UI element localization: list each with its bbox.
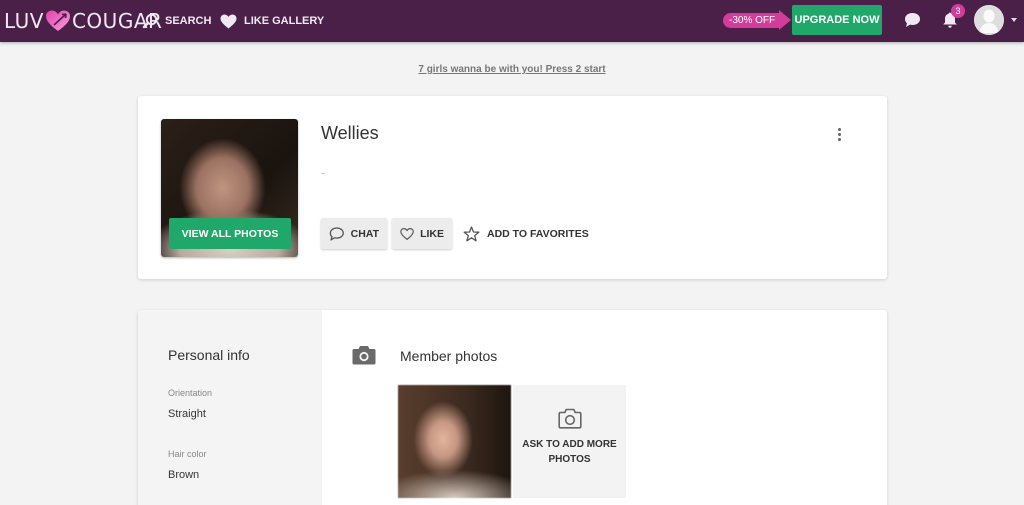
profile-details-card: Personal info Orientation Straight Hair … xyxy=(138,310,887,505)
like-button-label: LIKE xyxy=(420,227,444,240)
chat-bubble-icon xyxy=(905,13,920,27)
teaser-banner: 7 girls wanna be with you! Press 2 start xyxy=(0,64,1024,75)
discount-badge: -30% OFF xyxy=(723,10,792,30)
view-all-photos-button[interactable]: VIEW ALL PHOTOS xyxy=(169,218,291,249)
like-button[interactable]: LIKE xyxy=(392,218,452,249)
logo-heart-icon xyxy=(45,10,70,31)
nav-like-gallery[interactable]: LIKE GALLERY xyxy=(220,0,324,42)
member-photo-thumbnail[interactable] xyxy=(398,385,511,498)
top-navigation-bar: LUV COUGAR SEARCH LIKE GALLERY -30% OFF … xyxy=(0,0,1024,42)
hair-color-label: Hair color xyxy=(168,449,207,459)
profile-name: Wellies xyxy=(321,123,379,143)
teaser-link[interactable]: 7 girls wanna be with you! Press 2 start xyxy=(418,64,605,75)
messages-button[interactable] xyxy=(904,12,921,33)
ask-to-add-photos-label: ASK TO ADD MORE PHOTOS xyxy=(522,439,617,465)
discount-label: -30% OFF xyxy=(723,12,780,28)
camera-outline-icon xyxy=(557,408,582,429)
nav-search[interactable]: SEARCH xyxy=(142,0,211,42)
account-menu-caret-icon[interactable] xyxy=(1011,18,1017,22)
orientation-value: Straight xyxy=(168,408,206,420)
chat-button[interactable]: CHAT xyxy=(321,218,387,249)
nav-like-gallery-label: LIKE GALLERY xyxy=(244,15,325,27)
more-vertical-icon-dot xyxy=(837,137,841,141)
site-logo[interactable]: LUV COUGAR xyxy=(4,7,162,35)
add-to-favorites-label: ADD TO FAVORITES xyxy=(487,227,589,240)
heart-icon xyxy=(220,14,237,28)
logo-text-left: LUV xyxy=(4,9,44,33)
profile-card: VIEW ALL PHOTOS Wellies CHAT LIKE ADD TO… xyxy=(138,96,887,279)
star-outline-icon xyxy=(463,225,480,241)
ask-to-add-photos-button[interactable]: ASK TO ADD MORE PHOTOS xyxy=(513,385,626,498)
personal-info-title: Personal info xyxy=(168,347,250,363)
search-icon xyxy=(142,13,158,29)
member-photos-title: Member photos xyxy=(400,348,498,364)
camera-icon xyxy=(352,346,376,365)
notification-count-badge: 3 xyxy=(951,4,965,18)
nav-search-label: SEARCH xyxy=(165,15,212,27)
chat-outline-icon xyxy=(329,226,344,241)
more-options-button[interactable] xyxy=(831,124,847,144)
user-silhouette-icon xyxy=(974,5,1004,35)
profile-status-placeholder xyxy=(321,173,325,174)
personal-info-panel: Personal info Orientation Straight Hair … xyxy=(138,310,322,505)
orientation-label: Orientation xyxy=(168,388,213,398)
user-avatar[interactable] xyxy=(974,5,1004,35)
chat-button-label: CHAT xyxy=(350,227,379,240)
arrow-right-icon xyxy=(779,10,792,30)
heart-outline-icon xyxy=(400,227,414,240)
more-vertical-icon-dot xyxy=(837,127,841,131)
add-to-favorites-button[interactable]: ADD TO FAVORITES xyxy=(463,218,589,249)
profile-main-photo[interactable]: VIEW ALL PHOTOS xyxy=(161,119,298,257)
upgrade-now-button[interactable]: UPGRADE NOW xyxy=(792,5,882,35)
hair-color-value: Brown xyxy=(168,469,200,481)
more-vertical-icon-dot xyxy=(837,132,841,136)
